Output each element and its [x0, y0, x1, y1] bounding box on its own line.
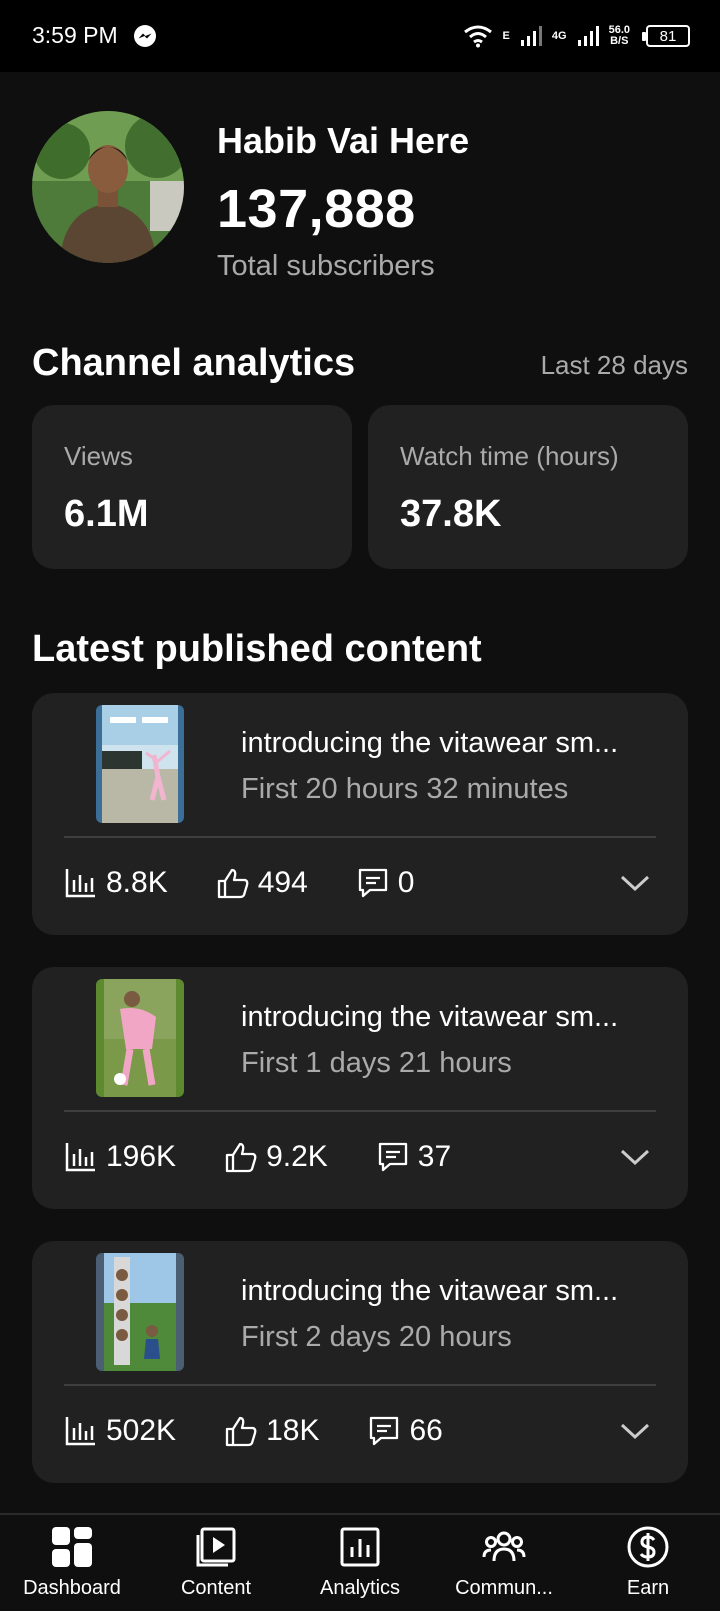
video-thumbnail[interactable]	[96, 979, 184, 1097]
metric-label: Views	[64, 441, 133, 471]
thumbnail-image	[96, 705, 184, 823]
video-title[interactable]: introducing the vitawear sm...	[241, 727, 661, 760]
likes-count: 9.2K	[266, 1140, 328, 1173]
channel-name: Habib Vai Here	[217, 120, 470, 161]
subscriber-label: Total subscribers	[217, 250, 435, 282]
comment-icon	[378, 1142, 407, 1172]
nav-analytics[interactable]: Analytics	[288, 1525, 432, 1609]
channel-analytics-title: Channel analytics	[32, 342, 356, 384]
content-card[interactable]: introducing the vitawear sm... First 20 …	[32, 693, 688, 935]
thumbs-up-icon	[225, 1142, 257, 1173]
nav-content[interactable]: Content	[144, 1525, 288, 1609]
bar-chart-icon	[65, 1417, 95, 1446]
messenger-icon	[134, 25, 156, 47]
nav-earn[interactable]: Earn	[576, 1525, 720, 1609]
signal-icon	[520, 26, 542, 46]
thumbnail-image	[96, 979, 184, 1097]
chevron-down-icon[interactable]	[618, 1417, 652, 1445]
comment-icon	[358, 868, 387, 898]
views-stat: 8.8K	[64, 866, 168, 900]
comments-stat: 66	[367, 1414, 443, 1448]
nav-label: Commun...	[455, 1577, 553, 1599]
video-period: First 2 days 20 hours	[241, 1321, 512, 1353]
analytics-icon	[340, 1527, 380, 1567]
video-title[interactable]: introducing the vitawear sm...	[241, 1001, 661, 1034]
thumbs-up-icon	[225, 1416, 257, 1447]
video-stats: 196K 9.2K 37	[64, 1137, 499, 1177]
battery-icon: 81	[642, 25, 690, 47]
nav-label: Content	[180, 1577, 252, 1599]
comments-count: 0	[397, 866, 415, 899]
thumbnail-image	[96, 1253, 184, 1371]
comments-count: 37	[417, 1140, 452, 1173]
status-icons: E 4G 56.0 B/S 81	[463, 20, 690, 52]
video-thumbnail[interactable]	[96, 1253, 184, 1371]
views-count: 8.8K	[106, 866, 168, 899]
metric-label: Watch time (hours)	[400, 441, 619, 471]
avatar-image	[32, 111, 184, 263]
content-icon	[196, 1527, 236, 1567]
signal-icon	[577, 26, 599, 46]
divider	[64, 836, 656, 838]
video-thumbnail[interactable]	[96, 705, 184, 823]
likes-stat: 18K	[224, 1414, 319, 1448]
bar-chart-icon	[65, 869, 95, 898]
subscriber-count: 137,888	[217, 179, 416, 239]
data-speed-unit: B/S	[610, 35, 629, 47]
wifi-icon	[463, 25, 492, 48]
video-stats: 8.8K 494 0	[64, 863, 462, 903]
dashboard-icon	[52, 1527, 92, 1567]
content-card[interactable]: introducing the vitawear sm... First 1 d…	[32, 967, 688, 1209]
chevron-down-icon[interactable]	[618, 869, 652, 897]
community-icon	[482, 1531, 526, 1562]
video-period: First 20 hours 32 minutes	[241, 773, 569, 805]
metric-card-watch-time[interactable]: Watch time (hours) 37.8K	[368, 405, 688, 569]
metric-value: 37.8K	[400, 493, 502, 535]
comments-stat: 0	[356, 866, 415, 900]
views-count: 196K	[106, 1140, 177, 1173]
likes-stat: 494	[216, 866, 308, 900]
views-stat: 196K	[64, 1140, 176, 1174]
content-card[interactable]: introducing the vitawear sm... First 2 d…	[32, 1241, 688, 1483]
status-bar: 3:59 PM E 4G 56.0 B/S 81	[0, 0, 720, 72]
views-stat: 502K	[64, 1414, 176, 1448]
video-stats: 502K 18K 66	[64, 1411, 491, 1451]
network-4g-label: 4G	[551, 29, 567, 42]
nav-dashboard[interactable]: Dashboard	[0, 1525, 144, 1609]
nav-label: Analytics	[319, 1577, 401, 1599]
data-speed: 56.0 B/S	[609, 25, 630, 47]
video-period: First 1 days 21 hours	[241, 1047, 512, 1079]
nav-label: Earn	[626, 1577, 670, 1599]
status-time: 3:59 PM	[32, 22, 118, 48]
video-title[interactable]: introducing the vitawear sm...	[241, 1275, 661, 1308]
likes-count: 18K	[266, 1414, 320, 1447]
channel-avatar[interactable]	[32, 111, 184, 263]
nav-label: Dashboard	[23, 1577, 121, 1599]
chevron-down-icon[interactable]	[618, 1143, 652, 1171]
bar-chart-icon	[65, 1143, 95, 1172]
comments-count: 66	[409, 1414, 443, 1447]
metric-card-views[interactable]: Views 6.1M	[32, 405, 352, 569]
analytics-period: Last 28 days	[540, 350, 688, 380]
bottom-navigation: Dashboard Content Analytics Commun... Ea…	[0, 1513, 720, 1611]
comments-stat: 37	[376, 1140, 451, 1174]
network-e-label: E	[502, 29, 510, 42]
likes-stat: 9.2K	[224, 1140, 328, 1174]
divider	[64, 1110, 656, 1112]
comment-icon	[370, 1416, 399, 1446]
thumbs-up-icon	[217, 868, 249, 899]
earn-icon	[627, 1526, 669, 1568]
divider	[64, 1384, 656, 1386]
metric-value: 6.1M	[64, 493, 149, 535]
latest-content-title: Latest published content	[32, 628, 482, 670]
views-count: 502K	[106, 1414, 177, 1447]
likes-count: 494	[257, 866, 308, 899]
nav-community[interactable]: Commun...	[432, 1525, 576, 1609]
